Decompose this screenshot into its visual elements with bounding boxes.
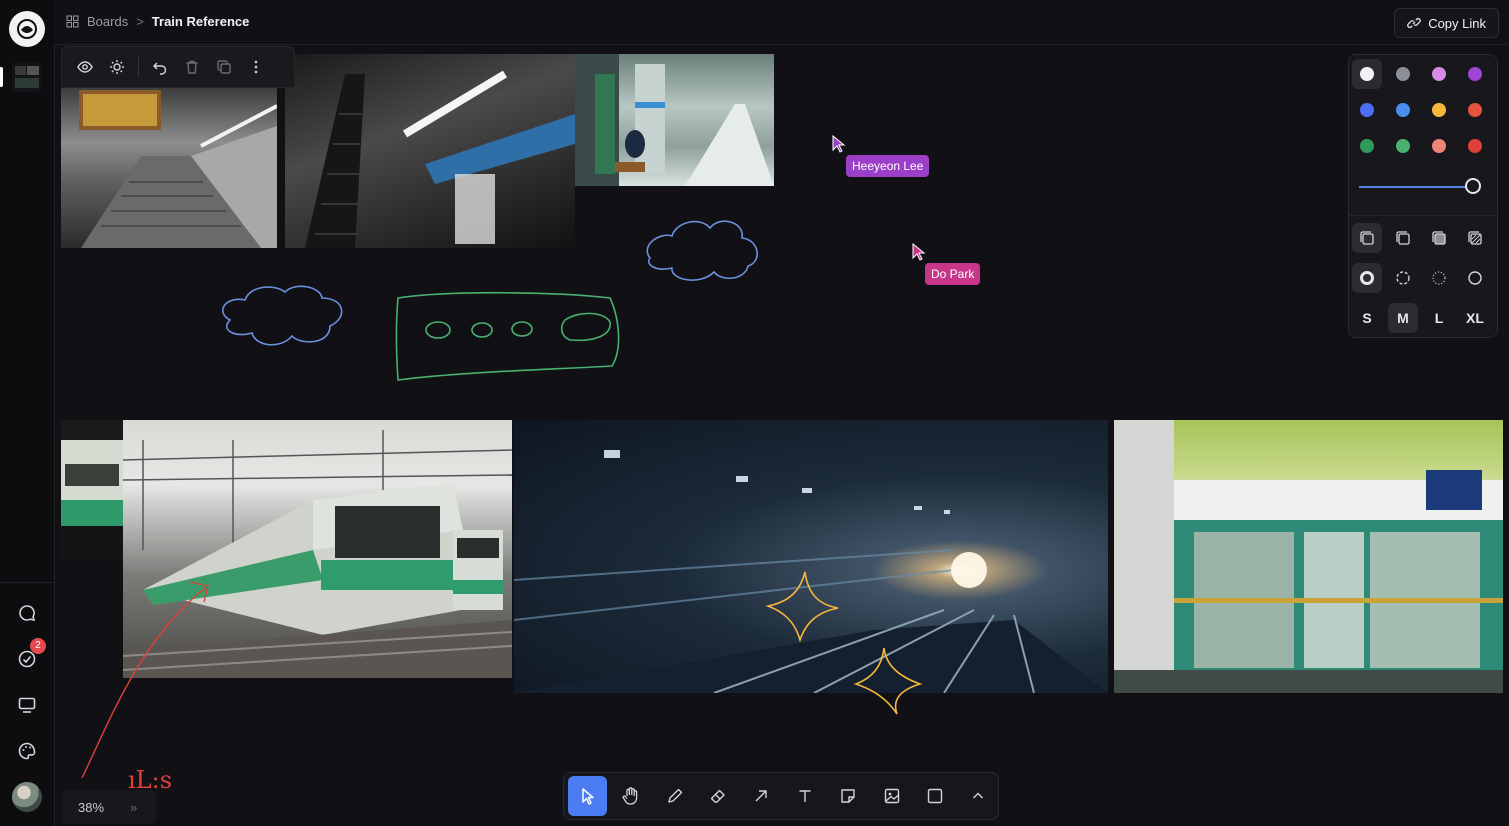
select-tool-icon[interactable] <box>568 776 608 816</box>
color-swatch[interactable] <box>1360 67 1374 81</box>
sparkle-sketch-2 <box>853 647 923 715</box>
fill-solid-icon[interactable] <box>1424 223 1454 253</box>
fill-none-icon[interactable] <box>1352 223 1382 253</box>
expand-chevrons-icon[interactable]: » <box>130 800 137 815</box>
cursor-icon <box>832 134 846 156</box>
fill-pattern-icon[interactable] <box>1460 223 1490 253</box>
fill-semi-icon[interactable] <box>1388 223 1418 253</box>
color-swatch[interactable] <box>1360 103 1374 117</box>
cloud-sketch-large <box>646 220 758 281</box>
cloud-sketch-small <box>222 285 343 346</box>
panel-divider <box>1349 215 1497 216</box>
size-l-button[interactable]: L <box>1424 303 1454 333</box>
color-swatch[interactable] <box>1432 67 1446 81</box>
opacity-slider-thumb[interactable] <box>1465 178 1481 194</box>
color-swatch[interactable] <box>1396 139 1410 153</box>
red-arrow-sketch <box>81 581 209 779</box>
eraser-tool-icon[interactable] <box>698 776 737 816</box>
collaborator-label-heeyeon: Heeyeon Lee <box>846 155 930 177</box>
zoom-level[interactable]: 38% <box>78 800 104 815</box>
pencil-tool-icon[interactable] <box>655 776 694 816</box>
text-tool-icon[interactable] <box>785 776 824 816</box>
stroke-dotted-icon[interactable] <box>1424 263 1454 293</box>
color-swatch[interactable] <box>1468 139 1482 153</box>
color-swatch[interactable] <box>1396 103 1410 117</box>
size-m-button[interactable]: M <box>1388 303 1418 333</box>
tool-bar <box>563 772 999 820</box>
stroke-solid-icon[interactable] <box>1352 263 1382 293</box>
color-swatch[interactable] <box>1468 67 1482 81</box>
hand-tool-icon[interactable] <box>611 776 650 816</box>
opacity-slider-track[interactable] <box>1359 186 1474 188</box>
sticky-note-tool-icon[interactable] <box>828 776 867 816</box>
style-panel: S M L XL <box>1348 54 1498 338</box>
size-xl-button[interactable]: XL <box>1460 303 1490 333</box>
color-swatch[interactable] <box>1432 139 1446 153</box>
color-swatch[interactable] <box>1396 67 1410 81</box>
rectangle-tool-icon[interactable] <box>915 776 954 816</box>
size-s-button[interactable]: S <box>1352 303 1382 333</box>
color-swatch[interactable] <box>1432 103 1446 117</box>
arrow-tool-icon[interactable] <box>742 776 781 816</box>
chevron-up-icon[interactable] <box>959 776 998 816</box>
color-swatch[interactable] <box>1468 103 1482 117</box>
color-swatch[interactable] <box>1360 139 1374 153</box>
stroke-dashed-icon[interactable] <box>1388 263 1418 293</box>
zoom-control[interactable]: 38% » <box>62 790 156 824</box>
image-tool-icon[interactable] <box>872 776 911 816</box>
sparkle-sketch-1 <box>765 571 839 643</box>
cursor-icon <box>912 242 926 264</box>
stroke-thin-icon[interactable] <box>1460 263 1490 293</box>
drawing-layer <box>81 220 923 779</box>
collaborator-label-do: Do Park <box>925 263 981 285</box>
